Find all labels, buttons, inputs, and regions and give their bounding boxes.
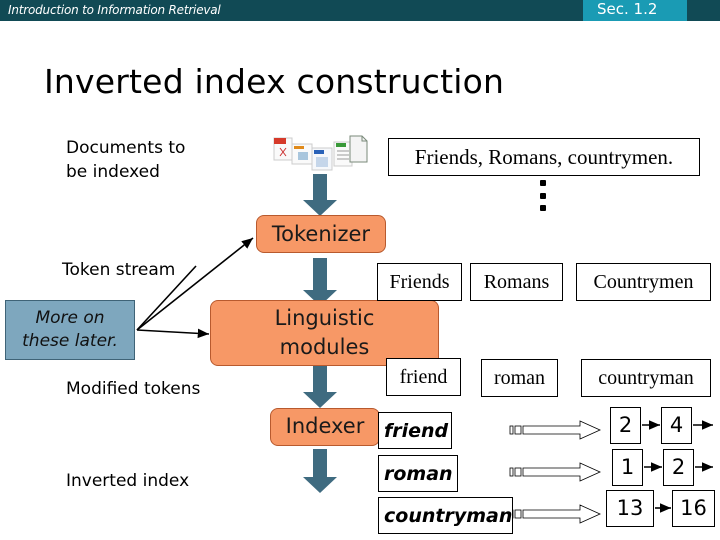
posting-docid: 4 — [661, 407, 692, 444]
token-box: Romans — [470, 263, 563, 301]
label-token-stream: Token stream — [62, 260, 176, 280]
tokenizer-box: Tokenizer — [256, 215, 386, 253]
label-documents-line1: Documents to — [66, 138, 186, 158]
dictionary-pointer-arrow — [509, 504, 601, 524]
posting-docid: 2 — [610, 407, 641, 444]
blank-file-icon — [349, 135, 368, 163]
token-box: Countrymen — [576, 263, 711, 301]
dictionary-term: friend — [378, 412, 452, 449]
label-modified-tokens: Modified tokens — [66, 379, 201, 399]
arrow-linguistic-to-indexer — [303, 366, 337, 408]
arrow-indexer-to-index — [303, 449, 337, 493]
note-box: More on these later. — [5, 300, 135, 360]
posting-docid: 1 — [612, 449, 643, 486]
modified-token-box: countryman — [581, 359, 711, 397]
dictionary-pointer-arrow — [509, 420, 601, 440]
dictionary-pointer-arrow — [509, 462, 601, 482]
document-icons — [273, 135, 368, 171]
note-line1: More on — [35, 308, 105, 328]
indexer-box: Indexer — [270, 408, 380, 446]
linguistic-line1: Linguistic — [274, 306, 375, 330]
html-file-icon — [291, 143, 313, 165]
label-documents-line2: be indexed — [66, 162, 160, 182]
label-inverted-index: Inverted index — [66, 471, 190, 491]
pdf-file-icon — [273, 137, 293, 161]
modified-token-box: roman — [481, 359, 558, 397]
note-line2: these later. — [22, 331, 118, 351]
arrow-docs-to-tokenizer — [303, 174, 337, 216]
ellipsis-icon — [540, 180, 546, 211]
dictionary-term: countryman — [378, 497, 513, 534]
token-box: Friends — [377, 263, 462, 301]
spreadsheet-file-icon — [333, 141, 353, 167]
modified-token-box: friend — [386, 358, 461, 396]
posting-docid: 13 — [606, 490, 654, 527]
sample-text-box: Friends, Romans, countrymen. — [388, 138, 700, 176]
posting-docid: 16 — [672, 490, 715, 527]
note-pointer-linguistic — [136, 328, 210, 339]
arrow-tokenizer-to-linguistic — [303, 258, 337, 306]
label-documents: Documents to be indexed — [66, 136, 185, 184]
posting-docid: 2 — [663, 449, 694, 486]
doc-file-icon — [311, 147, 333, 171]
dictionary-term: roman — [378, 455, 458, 492]
linguistic-modules-box: Linguistic modules — [210, 300, 439, 366]
